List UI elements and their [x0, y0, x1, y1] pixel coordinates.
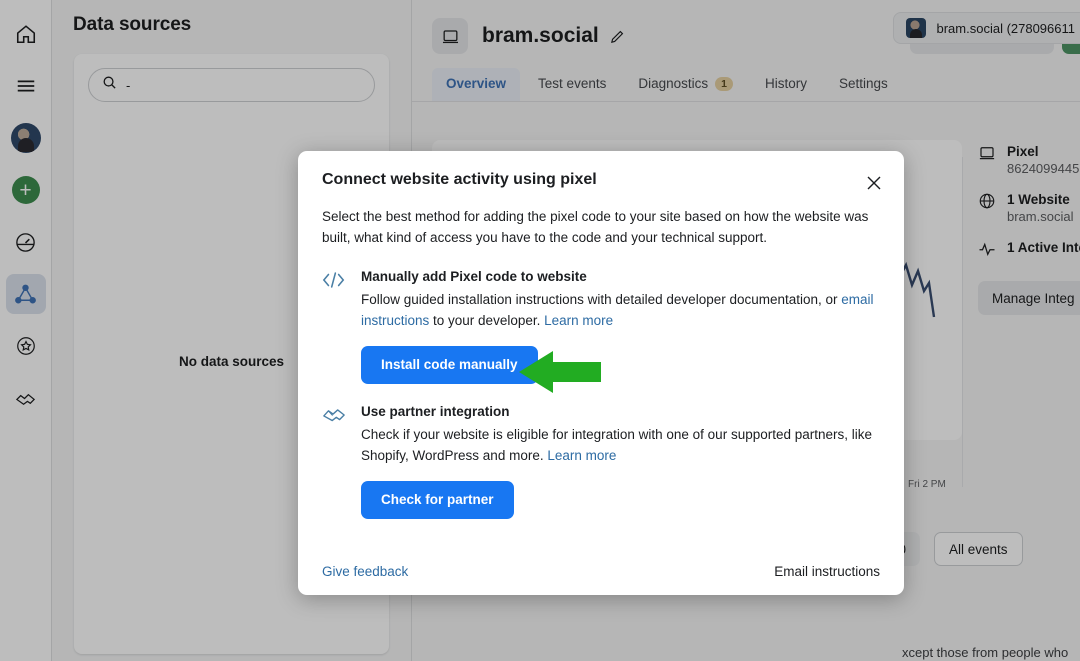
globe-icon: [978, 192, 996, 224]
partnerships-icon[interactable]: [6, 378, 46, 418]
events-filter-dropdown[interactable]: All events: [934, 532, 1023, 566]
events-note: xcept those from people who: [902, 645, 1068, 660]
close-icon[interactable]: [862, 171, 886, 195]
create-icon[interactable]: +: [6, 170, 46, 210]
chart-x-axis-label: Fri 2 PM: [908, 479, 946, 490]
ads-manager-icon[interactable]: [6, 222, 46, 262]
left-nav-rail: +: [0, 0, 52, 661]
tab-label: History: [765, 76, 807, 91]
app-root: +: [0, 0, 1080, 661]
option-body: Check if your website is eligible for in…: [361, 425, 880, 467]
search-icon: [102, 75, 117, 95]
events-manager-icon[interactable]: [6, 274, 46, 314]
give-feedback-link[interactable]: Give feedback: [322, 564, 408, 579]
home-icon[interactable]: [6, 14, 46, 54]
info-subtitle: bram.social: [1007, 209, 1073, 224]
info-row-pixel: Pixel 8624099445: [978, 144, 1080, 176]
email-instructions-button[interactable]: Email instructions: [774, 564, 880, 579]
tab-settings[interactable]: Settings: [825, 68, 902, 101]
account-switcher[interactable]: bram.social (278096611: [893, 12, 1080, 44]
info-row-website: 1 Website bram.social: [978, 192, 1080, 224]
option-body-text: Follow guided installation instructions …: [361, 292, 841, 307]
account-name: bram.social (278096611: [936, 21, 1075, 36]
data-source-info: Pixel 8624099445 1 Website: [978, 144, 1080, 315]
code-icon: [322, 269, 348, 384]
learn-more-link[interactable]: Learn more: [544, 313, 613, 328]
option-body: Follow guided installation instructions …: [361, 290, 880, 332]
green-left-arrow-annotation: [517, 351, 601, 393]
vertical-divider: [962, 157, 963, 487]
modal-footer: Give feedback Email instructions: [322, 564, 880, 579]
tab-label: Test events: [538, 76, 606, 91]
plus-glyph: +: [12, 176, 40, 204]
info-title: 1 Active Inte: [1007, 240, 1080, 255]
option-body-text: Check if your website is eligible for in…: [361, 427, 872, 463]
learn-more-link[interactable]: Learn more: [547, 448, 616, 463]
option-manual-install: Manually add Pixel code to website Follo…: [322, 269, 880, 384]
option-heading: Manually add Pixel code to website: [361, 269, 880, 284]
connect-pixel-modal: Connect website activity using pixel Sel…: [298, 151, 904, 595]
page-title: Data sources: [52, 0, 411, 36]
star-badge-icon[interactable]: [6, 326, 46, 366]
search-input[interactable]: [126, 78, 361, 93]
check-for-partner-button[interactable]: Check for partner: [361, 481, 514, 519]
tab-label: Diagnostics: [638, 76, 708, 91]
pixel-icon: [978, 144, 996, 176]
tab-test-events[interactable]: Test events: [524, 68, 620, 101]
tab-label: Overview: [446, 76, 506, 91]
edit-pencil-icon[interactable]: [609, 28, 626, 45]
account-avatar: [906, 18, 926, 38]
profile-avatar[interactable]: [6, 118, 46, 158]
menu-icon[interactable]: [6, 66, 46, 106]
modal-title: Connect website activity using pixel: [322, 171, 880, 189]
info-title: 1 Website: [1007, 192, 1073, 207]
tab-overview[interactable]: Overview: [432, 68, 520, 101]
install-code-manually-button[interactable]: Install code manually: [361, 346, 538, 384]
tab-diagnostics[interactable]: Diagnostics 1: [624, 68, 747, 101]
handshake-icon: [322, 404, 348, 519]
info-subtitle: 8624099445: [1007, 161, 1079, 176]
data-source-title: bram.social: [482, 24, 599, 48]
tab-label: Settings: [839, 76, 888, 91]
option-heading: Use partner integration: [361, 404, 880, 419]
info-title: Pixel: [1007, 144, 1079, 159]
diagnostics-count-badge: 1: [715, 77, 733, 91]
tab-history[interactable]: History: [751, 68, 821, 101]
option-partner-integration: Use partner integration Check if your we…: [322, 404, 880, 519]
tab-bar: Overview Test events Diagnostics 1 Histo…: [412, 54, 1080, 102]
modal-description: Select the best method for adding the pi…: [322, 207, 880, 249]
info-row-integration: 1 Active Inte: [978, 240, 1080, 263]
manage-integrations-button[interactable]: Manage Integ: [978, 281, 1080, 315]
pixel-badge-icon: [432, 18, 468, 54]
search-box[interactable]: [88, 68, 375, 102]
option-body-text-2: to your developer.: [429, 313, 544, 328]
avatar: [11, 123, 41, 153]
activity-icon: [978, 240, 996, 263]
